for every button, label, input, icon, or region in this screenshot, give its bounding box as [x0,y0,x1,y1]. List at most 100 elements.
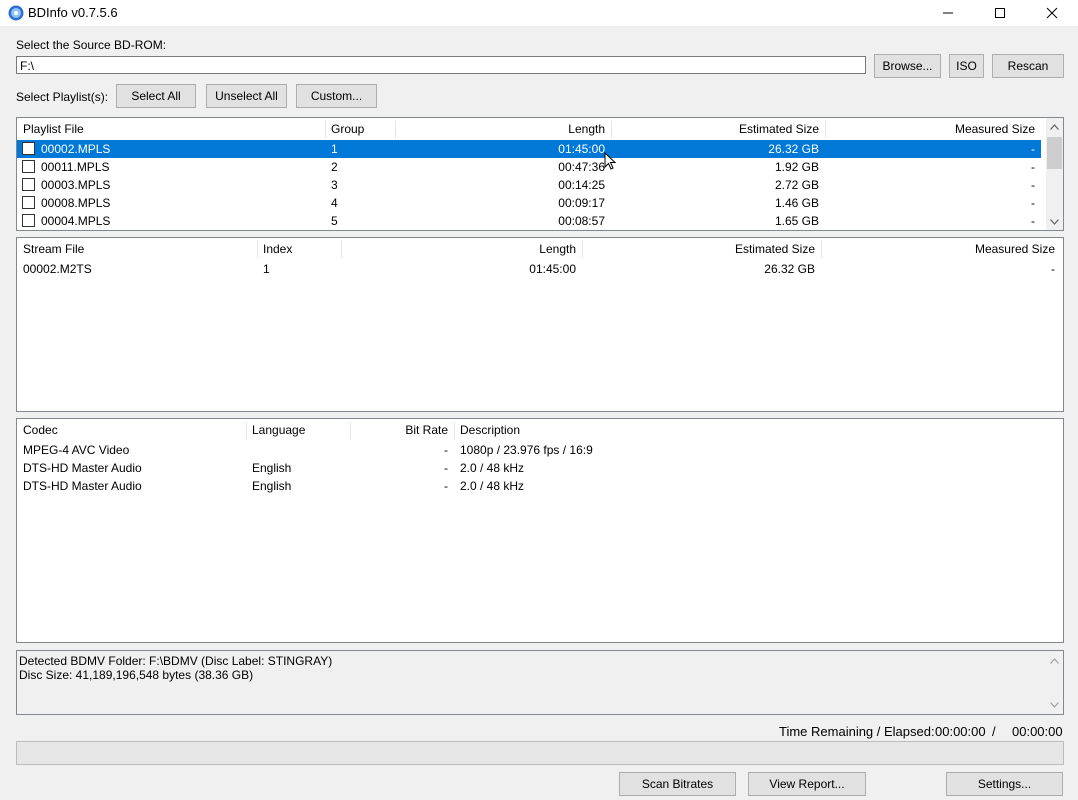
title-bar [0,0,1078,26]
playlist-group: 3 [331,178,338,192]
playlist-measured-size: - [1031,142,1035,156]
playlist-row[interactable]: 00008.MPLS 4 00:09:17 1.46 GB - [17,194,1041,212]
browse-button[interactable]: Browse... [874,54,941,78]
col-length[interactable]: Length [395,118,611,140]
codec-description: 2.0 / 48 kHz [460,461,525,475]
col-length[interactable]: Length [341,238,582,260]
col-language[interactable]: Language [246,419,350,441]
stream-index: 1 [263,262,270,276]
playlist-row[interactable]: 00011.MPLS 2 00:47:36 1.92 GB - [17,158,1041,176]
playlist-checkbox[interactable] [22,196,35,209]
select-all-button[interactable]: Select All [116,84,196,108]
col-measured-size[interactable]: Measured Size [825,118,1041,140]
playlist-measured-size: - [1031,214,1035,228]
playlist-length: 00:14:25 [558,178,605,192]
playlist-measured-size: - [1031,178,1035,192]
stream-list[interactable]: Stream File Index Length Estimated Size … [16,237,1064,412]
time-remaining-label: Time Remaining / Elapsed: [779,724,935,739]
stream-length: 01:45:00 [529,262,576,276]
stream-file: 00002.M2TS [23,262,92,276]
maximize-icon [995,8,1005,18]
playlist-length: 00:09:17 [558,196,605,210]
playlist-scrollbar[interactable] [1046,118,1063,230]
scroll-down-arrow-icon[interactable] [1046,213,1063,230]
codec-row[interactable]: DTS-HD Master Audio English - 2.0 / 48 k… [17,477,1061,495]
playlist-file: 00002.MPLS [41,142,111,156]
time-separator: / [992,724,996,739]
col-measured-size[interactable]: Measured Size [821,238,1061,260]
scroll-up-arrow-icon[interactable] [1046,652,1063,669]
playlist-checkbox[interactable] [22,214,35,227]
codec-name: MPEG-4 AVC Video [23,443,130,457]
playlist-checkbox[interactable] [22,160,35,173]
disc-info-box[interactable]: Detected BDMV Folder: F:\BDMV (Disc Labe… [16,650,1064,715]
codec-name: DTS-HD Master Audio [23,479,142,493]
playlist-row[interactable]: 00002.MPLS 1 01:45:00 26.32 GB - [17,140,1041,158]
scan-bitrates-button[interactable]: Scan Bitrates [619,772,736,796]
codec-list[interactable]: Codec Language Bit Rate Description MPEG… [16,418,1064,643]
unselect-all-button[interactable]: Unselect All [206,84,287,108]
playlist-length: 00:08:57 [558,214,605,228]
detected-folder-text: Detected BDMV Folder: F:\BDMV (Disc Labe… [19,654,333,668]
playlist-list[interactable]: Playlist File Group Length Estimated Siz… [16,117,1064,231]
codec-row[interactable]: DTS-HD Master Audio English - 2.0 / 48 k… [17,459,1061,477]
playlist-checkbox[interactable] [22,142,35,155]
scan-progress-bar [16,741,1064,765]
playlist-row[interactable]: 00003.MPLS 3 00:14:25 2.72 GB - [17,176,1041,194]
col-index[interactable]: Index [257,238,341,260]
col-stream-file[interactable]: Stream File [17,238,257,260]
minimize-icon [943,12,953,14]
info-scrollbar[interactable] [1046,651,1063,714]
custom-button[interactable]: Custom... [296,84,377,108]
playlist-length: 00:47:36 [558,160,605,174]
codec-bit-rate: - [444,479,448,493]
col-group[interactable]: Group [325,118,395,140]
playlist-file: 00004.MPLS [41,214,111,228]
playlist-estimated-size: 1.46 GB [774,196,819,210]
playlist-checkbox[interactable] [22,178,35,191]
window-title: BDInfo v0.7.5.6 [28,5,118,20]
playlist-measured-size: - [1031,160,1035,174]
select-playlist-label: Select Playlist(s): [16,90,109,104]
codec-row[interactable]: MPEG-4 AVC Video - 1080p / 23.976 fps / … [17,441,1061,459]
disc-icon [8,5,24,21]
codec-description: 1080p / 23.976 fps / 16:9 [460,443,593,457]
close-icon [1046,7,1058,19]
codec-header: Codec Language Bit Rate Description [17,419,1063,441]
stream-measured-size: - [1051,262,1055,276]
col-codec[interactable]: Codec [17,419,246,441]
playlist-estimated-size: 2.72 GB [774,178,819,192]
stream-estimated-size: 26.32 GB [764,262,815,276]
codec-bit-rate: - [444,443,448,457]
maximize-button[interactable] [977,0,1023,26]
playlist-estimated-size: 1.92 GB [774,160,819,174]
stream-row[interactable]: 00002.M2TS 1 01:45:00 26.32 GB - [17,260,1061,278]
playlist-file: 00003.MPLS [41,178,111,192]
scroll-up-arrow-icon[interactable] [1046,118,1063,135]
col-estimated-size[interactable]: Estimated Size [582,238,821,260]
playlist-measured-size: - [1031,196,1035,210]
scroll-thumb[interactable] [1047,137,1062,169]
iso-button[interactable]: ISO [949,54,984,78]
col-description[interactable]: Description [454,419,1054,441]
codec-language: English [252,461,292,475]
playlist-group: 1 [331,142,338,156]
col-estimated-size[interactable]: Estimated Size [611,118,825,140]
rescan-button[interactable]: Rescan [992,54,1064,78]
codec-description: 2.0 / 48 kHz [460,479,525,493]
scroll-down-arrow-icon[interactable] [1046,696,1063,713]
close-button[interactable] [1029,0,1075,26]
codec-bit-rate: - [444,461,448,475]
source-label: Select the Source BD-ROM: [16,38,167,52]
stream-header: Stream File Index Length Estimated Size … [17,238,1063,260]
minimize-button[interactable] [925,0,971,26]
col-bit-rate[interactable]: Bit Rate [350,419,454,441]
settings-button[interactable]: Settings... [946,772,1063,796]
source-path-input[interactable]: F:\ [16,56,866,74]
playlist-file: 00011.MPLS [41,160,110,174]
col-playlist-file[interactable]: Playlist File [17,118,325,140]
playlist-length: 01:45:00 [558,142,605,156]
codec-language [246,441,350,459]
view-report-button[interactable]: View Report... [748,772,866,796]
playlist-row[interactable]: 00004.MPLS 5 00:08:57 1.65 GB - [17,212,1041,230]
